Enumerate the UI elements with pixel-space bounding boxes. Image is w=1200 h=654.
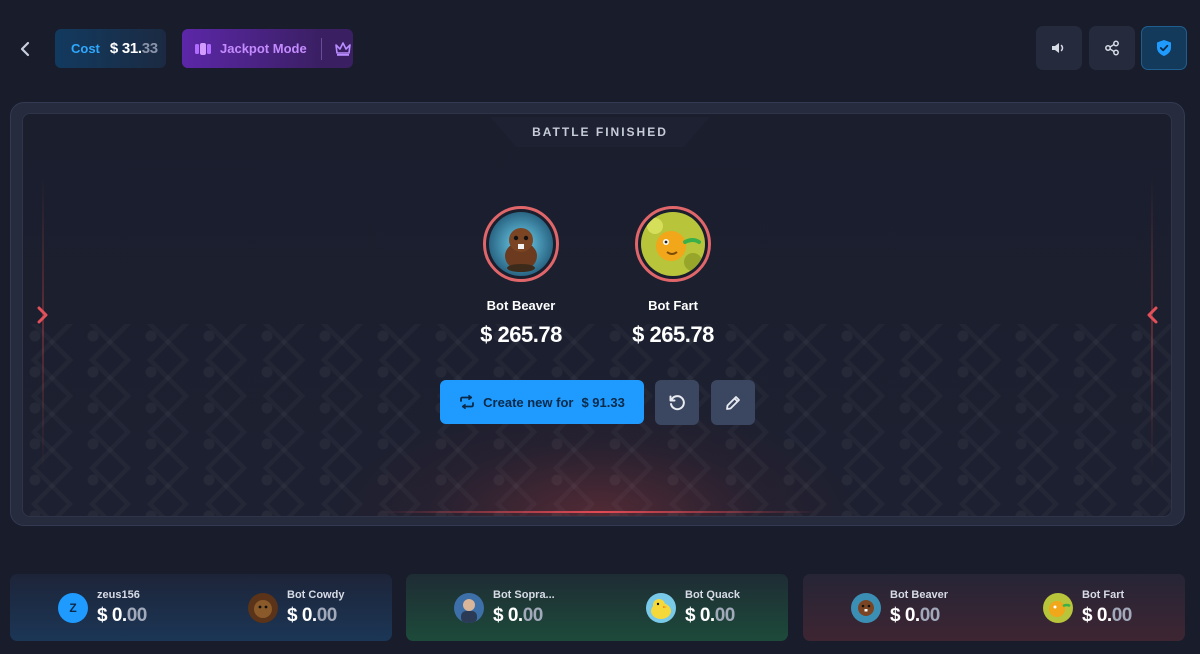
winner-card-2: Bot Fart $ 265.78 [598, 206, 748, 348]
battle-arena [22, 113, 1172, 517]
avatar[interactable] [483, 206, 559, 282]
share-icon [1105, 40, 1119, 56]
player-amount: $ 0.00 [287, 604, 337, 626]
create-label: Create new for [483, 394, 574, 410]
jackpot-icon [195, 42, 211, 55]
cost-label: Cost [71, 41, 100, 56]
jackpot-label: Jackpot Mode [220, 41, 307, 56]
sound-button[interactable] [1036, 26, 1082, 70]
back-button[interactable] [12, 36, 38, 62]
player-name: zeus156 [97, 588, 140, 601]
player-winnings: $ 265.78 [632, 322, 714, 347]
arrow-right-icon [37, 306, 48, 324]
player-name: Bot Beaver [890, 588, 949, 601]
player-amount: $ 0.00 [1082, 604, 1132, 626]
share-button[interactable] [1089, 26, 1135, 70]
fart-avatar [1043, 592, 1073, 623]
divider [320, 37, 322, 60]
shield-check-icon [1157, 40, 1171, 56]
battle-status: BATTLE FINISHED [532, 125, 668, 139]
player-name: Bot Sopra... [493, 588, 555, 601]
soprano-avatar [454, 592, 484, 623]
glow-line [380, 511, 820, 513]
edit-button[interactable] [711, 380, 755, 425]
player-slot: Bot Cowdy $ 0.00 [248, 574, 344, 641]
player-name: Bot Cowdy [287, 588, 345, 601]
crown-icon [334, 41, 351, 56]
player-name: Bot Quack [685, 588, 741, 601]
player-slot: Z zeus156 $ 0.00 [58, 574, 147, 641]
winner-card-1: Bot Beaver $ 265.78 [446, 206, 596, 348]
player-slot: Bot Beaver $ 0.00 [851, 574, 948, 641]
replay-button[interactable] [655, 380, 699, 425]
cowdy-avatar [248, 592, 278, 623]
chevron-left-icon [20, 41, 30, 57]
fart-avatar [641, 212, 705, 276]
beaver-avatar [489, 212, 553, 276]
right-divider [1151, 175, 1153, 475]
player-amount: $ 0.00 [685, 604, 735, 626]
team-card-3: Bot Beaver $ 0.00 Bot Fart $ 0.00 [803, 574, 1185, 641]
player-amount: $ 0.00 [890, 604, 940, 626]
player-slot: Bot Quack $ 0.00 [646, 574, 740, 641]
player-amount: $ 0.00 [97, 604, 147, 626]
player-slot: Bot Sopra... $ 0.00 [454, 574, 555, 641]
jackpot-mode-badge[interactable]: Jackpot Mode [182, 29, 353, 68]
player-name: Bot Fart [1082, 588, 1125, 601]
player-slot: Bot Fart $ 0.00 [1043, 574, 1132, 641]
cost-value: $ 31.33 [109, 40, 158, 57]
battle-status-tab: BATTLE FINISHED [490, 117, 710, 147]
player-name: Bot Fart [648, 298, 698, 313]
cost-display: Cost $ 31.33 [55, 29, 166, 68]
left-divider [42, 175, 44, 475]
speaker-icon [1052, 43, 1064, 53]
create-amount: $ 91.33 [581, 394, 625, 410]
pencil-icon [726, 395, 740, 410]
create-new-battle-button[interactable]: Create new for $ 91.33 [440, 380, 644, 424]
avatar[interactable] [635, 206, 711, 282]
avatar: Z [58, 592, 88, 623]
provably-fair-button[interactable] [1141, 26, 1187, 70]
player-amount: $ 0.00 [493, 604, 543, 626]
top-bar: Cost $ 31.33 Jackpot Mode [0, 0, 1200, 100]
quack-avatar [646, 592, 676, 623]
replay-icon [669, 394, 685, 410]
team-card-1: Z zeus156 $ 0.00 Bot Cowdy $ 0.00 [10, 574, 392, 641]
beaver-avatar [851, 592, 881, 623]
player-name: Bot Beaver [486, 298, 556, 313]
player-winnings: $ 265.78 [480, 322, 562, 347]
arrow-left-icon [1147, 306, 1158, 324]
repeat-icon [460, 395, 475, 409]
team-card-2: Bot Sopra... $ 0.00 Bot Quack $ 0.00 [406, 574, 788, 641]
